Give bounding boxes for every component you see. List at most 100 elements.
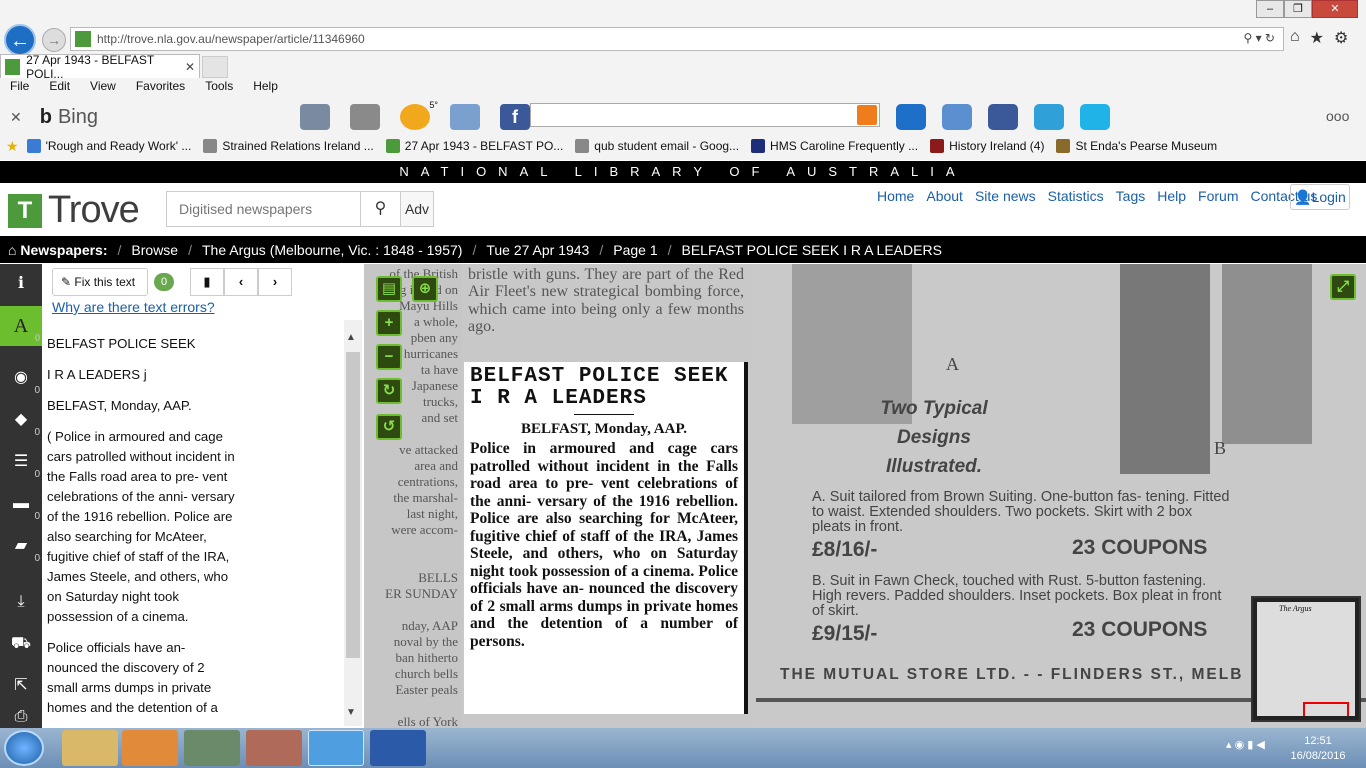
explorer-taskbar-icon[interactable] (62, 730, 118, 766)
rail-print-button[interactable]: ⎙ (0, 708, 42, 728)
favorite-item[interactable]: History Ireland (4) (930, 139, 1044, 153)
back-button[interactable]: ← (4, 24, 36, 56)
breadcrumb-browse[interactable]: Browse (131, 242, 178, 258)
favorites-star-icon[interactable]: ★ (1310, 28, 1324, 48)
rail-comments-button[interactable]: ▬ 0 (0, 484, 42, 524)
rail-lists-button[interactable]: ☰ 0 (0, 442, 42, 482)
address-bar[interactable]: http://trove.nla.gov.au/newspaper/articl… (70, 27, 1284, 51)
fix-text-button[interactable]: ✎ Fix this text (52, 268, 148, 296)
rail-info-button[interactable]: ℹ (0, 264, 42, 304)
cloud-icon[interactable] (1080, 104, 1110, 130)
rotate-left-tool[interactable]: ↺ (376, 414, 402, 440)
page-minimap[interactable]: The Argus (1251, 596, 1361, 722)
breadcrumb-date[interactable]: Tue 27 Apr 1943 (486, 242, 589, 258)
bing-search-go-icon[interactable] (857, 105, 877, 125)
scroll-up-icon[interactable]: ▲ (346, 332, 356, 343)
trove-logo[interactable]: T Trove (8, 189, 140, 232)
globe-icon[interactable] (942, 104, 972, 130)
breadcrumb-page[interactable]: Page 1 (613, 242, 657, 258)
page-viewer[interactable]: of the Britishing in and onMayu Hillsa w… (364, 264, 1366, 728)
search-button[interactable]: ⚲ (360, 192, 400, 226)
internet-explorer-taskbar-icon[interactable] (308, 730, 364, 766)
browser-tab[interactable]: 27 Apr 1943 - BELFAST POLI... ✕ (0, 53, 200, 81)
highlighted-article[interactable]: BELFAST POLICE SEEK I R A LEADERS BELFAS… (464, 362, 748, 714)
rail-download-button[interactable]: ⤓ (0, 582, 42, 622)
rail-folder-button[interactable]: ▰ 0 (0, 526, 42, 566)
nav-about[interactable]: About (926, 188, 963, 204)
url-text[interactable]: http://trove.nla.gov.au/newspaper/articl… (97, 32, 365, 46)
document-button[interactable]: ▮ (190, 268, 224, 296)
nav-site-news[interactable]: Site news (975, 188, 1036, 204)
next-button[interactable]: › (258, 268, 292, 296)
rotate-right-tool[interactable]: ↻ (376, 378, 402, 404)
zoom-in-tool[interactable]: + (376, 310, 402, 336)
rail-text-button[interactable]: A0 (0, 306, 42, 346)
rail-location-button[interactable]: ◉ 0 (0, 358, 42, 398)
text-scrollbar[interactable]: ▲ ▼ (344, 320, 362, 726)
address-controls[interactable]: ⚲ ▾ ↻ (1243, 31, 1275, 45)
favorite-item[interactable]: HMS Caroline Frequently ... (751, 139, 918, 153)
favorite-item[interactable]: 'Rough and Ready Work' ... (26, 139, 191, 153)
login-button[interactable]: 👤Login (1290, 184, 1350, 210)
scroll-down-icon[interactable]: ▼ (346, 707, 356, 718)
breadcrumb-home[interactable]: ⌂ Newspapers: (8, 242, 108, 258)
system-tray[interactable]: ▴ ◉ ▮ ◀ (1226, 738, 1265, 751)
maximize-button[interactable]: ❐ (1284, 0, 1312, 18)
rail-share-button[interactable]: ⇱ (0, 666, 42, 706)
menu-help[interactable]: Help (253, 79, 278, 99)
zoom-article-tool[interactable]: ⊕ (412, 276, 438, 302)
thumbs-up-icon[interactable] (988, 104, 1018, 130)
nav-help[interactable]: Help (1157, 188, 1186, 204)
nav-forum[interactable]: Forum (1198, 188, 1238, 204)
hp-taskbar-icon[interactable] (184, 730, 240, 766)
hp-icon[interactable] (896, 104, 926, 130)
mail-icon[interactable] (450, 104, 480, 130)
media-player-taskbar-icon[interactable] (122, 730, 178, 766)
zoom-out-tool[interactable]: − (376, 344, 402, 370)
forward-button[interactable]: → (42, 28, 66, 52)
rail-cart-button[interactable]: ⛟ (0, 624, 42, 664)
menu-tools[interactable]: Tools (205, 79, 233, 99)
advanced-search-button[interactable]: Adv (400, 192, 433, 226)
favorite-item[interactable]: qub student email - Goog... (575, 139, 739, 153)
menu-edit[interactable]: Edit (49, 79, 70, 99)
close-button[interactable]: ✕ (1312, 0, 1358, 18)
taskbar-clock[interactable]: 12:51 16/08/2016 (1284, 734, 1352, 764)
bing-logo[interactable]: b Bing (40, 106, 98, 129)
settings-gear-icon[interactable]: ⚙ (1334, 28, 1348, 48)
new-tab-button[interactable] (202, 56, 228, 78)
home-icon[interactable]: ⌂ (1290, 28, 1300, 48)
car-icon[interactable] (350, 104, 380, 130)
fullscreen-tool[interactable]: ⤢ (1330, 274, 1356, 300)
tab-close-icon[interactable]: ✕ (185, 60, 195, 74)
sparkle-icon[interactable] (1034, 104, 1064, 130)
page-info-tool[interactable]: ▤ (376, 276, 402, 302)
toolbar-close-icon[interactable]: ✕ (10, 109, 22, 126)
nav-tags[interactable]: Tags (1116, 188, 1146, 204)
start-button[interactable] (4, 730, 44, 766)
favorite-item[interactable]: Strained Relations Ireland ... (203, 139, 374, 153)
favorite-item[interactable]: St Enda's Pearse Museum (1056, 139, 1217, 153)
menu-file[interactable]: File (10, 79, 29, 99)
scroll-thumb[interactable] (346, 352, 360, 658)
menu-view[interactable]: View (90, 79, 116, 99)
why-errors-link[interactable]: Why are there text errors? (52, 299, 215, 315)
word-taskbar-icon[interactable] (370, 730, 426, 766)
favorite-item[interactable]: 27 Apr 1943 - BELFAST PO... (385, 139, 563, 153)
weather-sun-icon[interactable]: 5° (400, 100, 438, 130)
toolbar-more-icon[interactable]: ooo (1326, 108, 1349, 124)
facebook-icon[interactable]: f (500, 104, 530, 130)
rail-tags-button[interactable]: ◆ 0 (0, 400, 42, 440)
news-icon[interactable] (300, 104, 330, 130)
favorites-star-icon[interactable]: ★ (6, 138, 19, 155)
nav-statistics[interactable]: Statistics (1048, 188, 1104, 204)
scanner-taskbar-icon[interactable] (246, 730, 302, 766)
bing-search-input[interactable] (530, 103, 880, 127)
minimize-button[interactable]: – (1256, 0, 1284, 18)
menu-favorites[interactable]: Favorites (136, 79, 185, 99)
search-input[interactable] (167, 192, 360, 226)
previous-button[interactable]: ‹ (224, 268, 258, 296)
breadcrumb-title[interactable]: The Argus (Melbourne, Vic. : 1848 - 1957… (202, 242, 462, 258)
minimap-viewport[interactable] (1303, 702, 1349, 716)
nav-home[interactable]: Home (877, 188, 914, 204)
